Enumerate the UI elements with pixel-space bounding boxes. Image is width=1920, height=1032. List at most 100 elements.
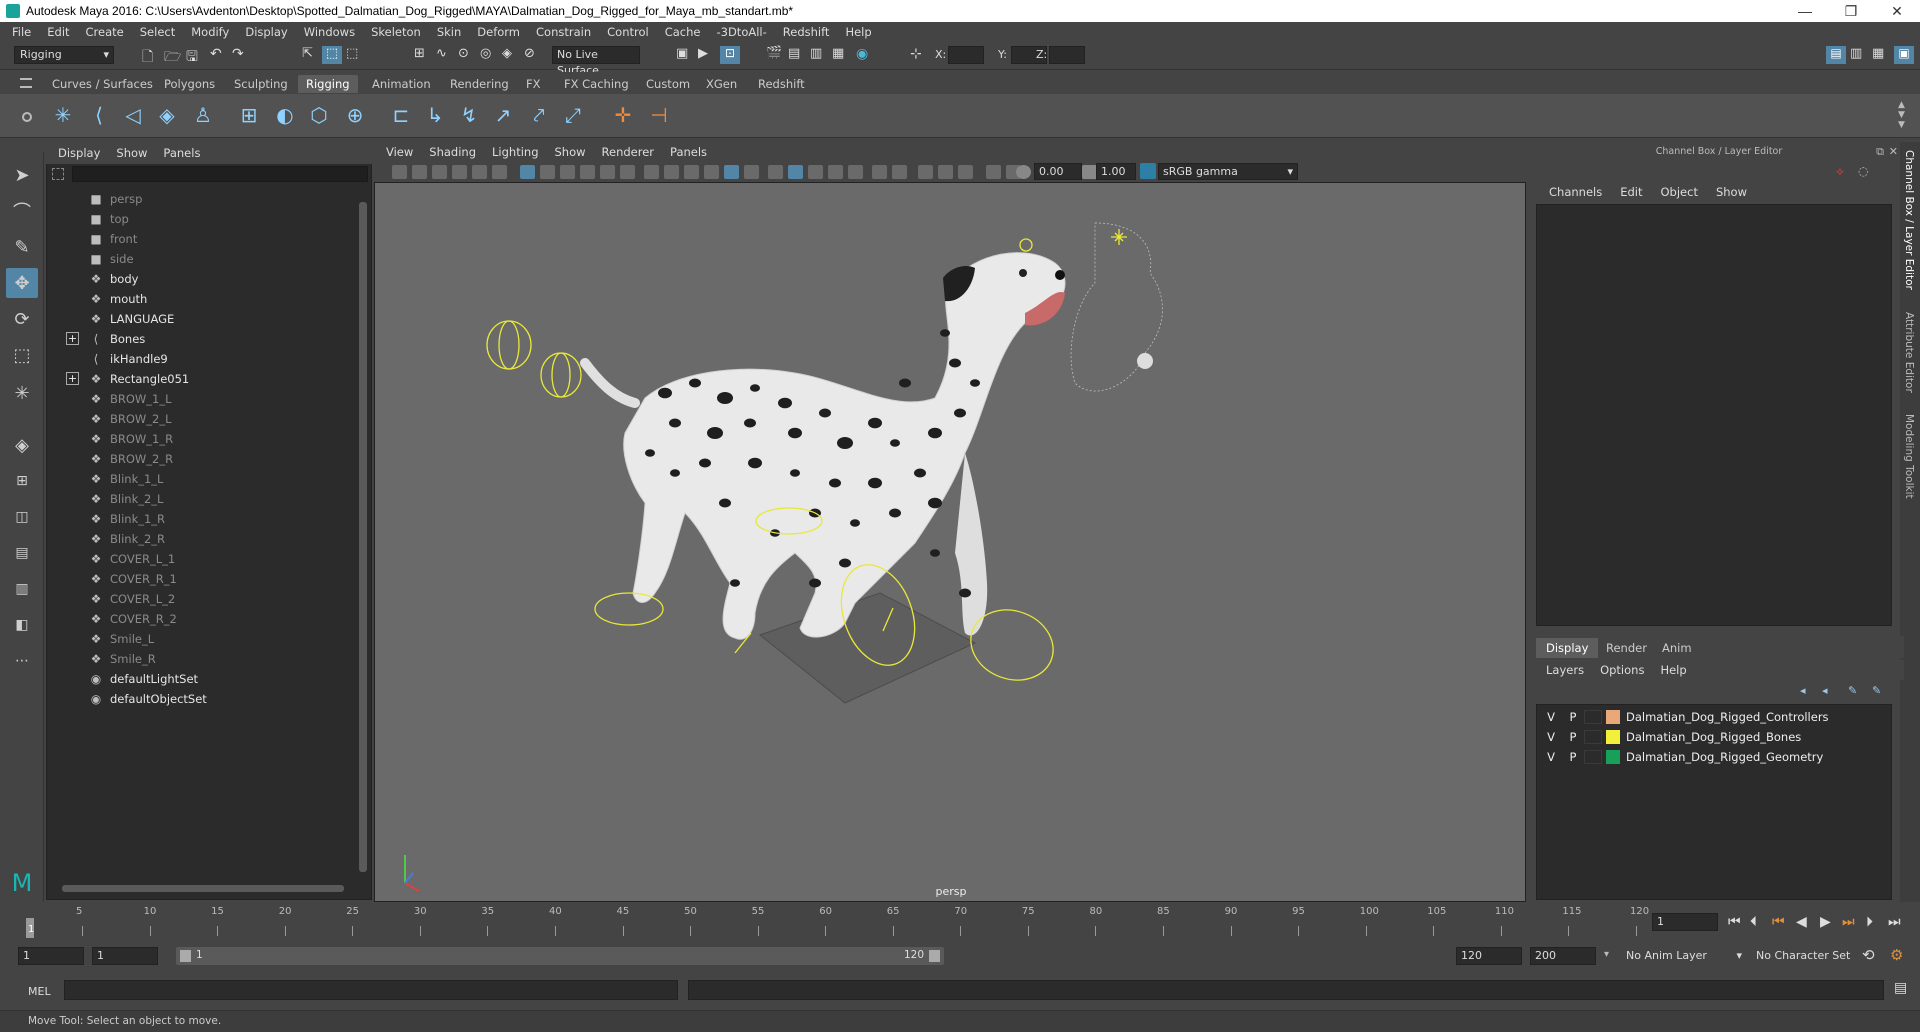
outliner-item[interactable]: ❖ Blink_1_R xyxy=(88,509,165,529)
menu-skeleton[interactable]: Skeleton xyxy=(363,25,429,39)
undo-icon[interactable]: ↶ xyxy=(210,46,228,64)
layer-menu-help[interactable]: Help xyxy=(1652,663,1694,677)
move-layer-down-icon[interactable]: ◂ xyxy=(1822,684,1828,697)
menu-skin[interactable]: Skin xyxy=(429,25,469,39)
cluster-icon[interactable]: ⊕ xyxy=(340,100,370,130)
viewport-tool-icon[interactable] xyxy=(958,165,973,179)
filter-icon[interactable] xyxy=(52,168,64,180)
snap-view-icon[interactable]: ◎ xyxy=(480,46,498,64)
paint-skin-weights-icon[interactable]: ◐ xyxy=(270,100,300,130)
viewport-menu-view[interactable]: View xyxy=(378,145,421,159)
insert-joint-icon[interactable]: ⟨ xyxy=(84,100,114,130)
ik-handle-icon[interactable]: ⊏ xyxy=(386,100,416,130)
layer-visibility-toggle[interactable]: V xyxy=(1540,750,1562,764)
menu-file[interactable]: File xyxy=(4,25,39,39)
menu-windows[interactable]: Windows xyxy=(296,25,363,39)
perspective-viewport[interactable]: persp xyxy=(374,182,1526,902)
new-layer-selected-icon[interactable]: ✎ xyxy=(1872,684,1881,697)
locator-icon[interactable]: ✛ xyxy=(608,100,638,130)
outliner-menu-display[interactable]: Display xyxy=(50,146,108,160)
move-tool-icon[interactable]: ✥ xyxy=(6,268,38,298)
outliner-item[interactable]: ■ side xyxy=(88,249,133,269)
expand-toggle[interactable]: + xyxy=(66,372,79,385)
tab-custom[interactable]: Custom xyxy=(638,75,698,93)
last-tool-icon[interactable]: ✳ xyxy=(6,378,38,408)
viewport-tool-icon[interactable] xyxy=(986,165,1001,179)
outliner-item[interactable]: ❖ Smile_R xyxy=(88,649,156,669)
outliner-item[interactable]: ❖ COVER_R_2 xyxy=(88,609,177,629)
channel-menu-edit[interactable]: Edit xyxy=(1611,185,1651,199)
outliner-search-input[interactable] xyxy=(72,166,368,182)
layer-playback-toggle[interactable]: P xyxy=(1562,730,1584,744)
viewport-tool-icon[interactable] xyxy=(704,165,719,179)
outliner-item[interactable]: ⟨ ikHandle9 xyxy=(88,349,168,369)
viewport-tool-icon[interactable] xyxy=(392,165,407,179)
graph-layout-icon[interactable]: ▥ xyxy=(6,574,38,604)
orient-constraint-icon[interactable]: ⤤ xyxy=(524,100,554,130)
create-joints-icon[interactable]: ✳ xyxy=(48,100,78,130)
tab-polygons[interactable]: Polygons xyxy=(156,75,223,93)
open-scene-icon[interactable]: 🗁 xyxy=(164,46,182,65)
step-forward-frame-icon[interactable]: ⏵ xyxy=(1866,914,1873,930)
range-slider[interactable]: 1 120 xyxy=(176,947,944,965)
channel-box-attributes[interactable] xyxy=(1536,204,1892,626)
outliner-layout-icon[interactable]: ▤ xyxy=(6,538,38,568)
viewport-tool-icon[interactable] xyxy=(768,165,783,179)
layer-row[interactable]: V P Dalmatian_Dog_Rigged_Controllers xyxy=(1540,707,1890,727)
viewport-tool-icon[interactable] xyxy=(664,165,679,179)
live-surface-field[interactable]: No Live Surface xyxy=(552,46,640,77)
shelf-scroll-icon[interactable]: ▲ ▼ ▼ xyxy=(1898,100,1905,130)
close-button[interactable]: ✕ xyxy=(1874,0,1920,22)
select-component-icon[interactable]: ⬚ xyxy=(346,46,364,64)
mirror-joint-icon[interactable]: ◁ xyxy=(118,100,148,130)
current-frame-input[interactable]: 1 xyxy=(1652,913,1718,931)
layer-row[interactable]: V P Dalmatian_Dog_Rigged_Bones xyxy=(1540,727,1890,747)
outliner-vertical-scrollbar[interactable] xyxy=(358,190,368,890)
go-to-end-icon[interactable]: ⏭ xyxy=(1888,914,1901,930)
viewport-menu-renderer[interactable]: Renderer xyxy=(594,145,663,159)
viewport-tool-icon[interactable] xyxy=(560,165,575,179)
layer-color-swatch[interactable] xyxy=(1606,750,1620,764)
render-view-icon[interactable]: ◉ xyxy=(856,46,874,64)
outliner-item[interactable]: ◉ defaultLightSet xyxy=(88,669,198,689)
menu-display[interactable]: Display xyxy=(237,25,295,39)
manipulator-icon[interactable]: ⟡ xyxy=(1836,164,1850,178)
render-frame-icon[interactable]: 🎬 xyxy=(766,46,784,64)
tab-sculpting[interactable]: Sculpting xyxy=(226,75,296,93)
outliner-item[interactable]: ❖ BROW_2_R xyxy=(88,449,174,469)
viewport-tool-icon[interactable] xyxy=(472,165,487,179)
character-set-dropdown[interactable]: No Character Set xyxy=(1750,947,1870,965)
chevron-down-icon[interactable]: ▾ xyxy=(1604,949,1609,960)
menu-3dtoall[interactable]: -3DtoAll- xyxy=(708,25,774,39)
outliner-horizontal-scrollbar[interactable] xyxy=(60,884,350,894)
channel-menu-channels[interactable]: Channels xyxy=(1540,185,1611,199)
z-coordinate-input[interactable] xyxy=(1049,46,1085,64)
x-coordinate-input[interactable] xyxy=(948,46,984,64)
move-layer-up-icon[interactable]: ◂ xyxy=(1800,684,1806,697)
workspace-toggle-icon[interactable]: ▤ xyxy=(1826,46,1846,64)
layer-visibility-toggle[interactable]: V xyxy=(1540,710,1562,724)
tab-fx[interactable]: FX xyxy=(518,75,549,93)
ik-spline-icon[interactable]: ↳ xyxy=(420,100,450,130)
aim-constraint-icon[interactable]: ⤢ xyxy=(558,100,588,130)
tab-animation[interactable]: Animation xyxy=(364,75,439,93)
tab-redshift[interactable]: Redshift xyxy=(750,75,813,93)
viewport-menu-show[interactable]: Show xyxy=(547,145,594,159)
redo-icon[interactable]: ↷ xyxy=(232,46,250,64)
play-backwards-icon[interactable]: ◀ xyxy=(1796,914,1807,930)
render-settings-icon[interactable]: ▥ xyxy=(810,46,828,64)
viewport-tool-icon[interactable] xyxy=(412,165,427,179)
viewport-tool-icon[interactable] xyxy=(744,165,759,179)
viewport-tool-icon[interactable] xyxy=(452,165,467,179)
ipr-render-icon[interactable]: ▤ xyxy=(788,46,806,64)
outliner-item[interactable]: ❖ Blink_2_L xyxy=(88,489,164,509)
menu-help[interactable]: Help xyxy=(837,25,879,39)
four-view-layout-icon[interactable]: ⊞ xyxy=(6,466,38,496)
tab-fx-caching[interactable]: FX Caching xyxy=(556,75,637,93)
viewport-tool-icon[interactable] xyxy=(684,165,699,179)
viewport-tool-icon[interactable] xyxy=(892,165,907,179)
viewport-tool-icon[interactable] xyxy=(432,165,447,179)
orient-joint-icon[interactable]: ◈ xyxy=(152,100,182,130)
snap-grid-icon[interactable]: ⊞ xyxy=(414,46,432,64)
outliner-item[interactable]: ■ persp xyxy=(88,189,142,209)
